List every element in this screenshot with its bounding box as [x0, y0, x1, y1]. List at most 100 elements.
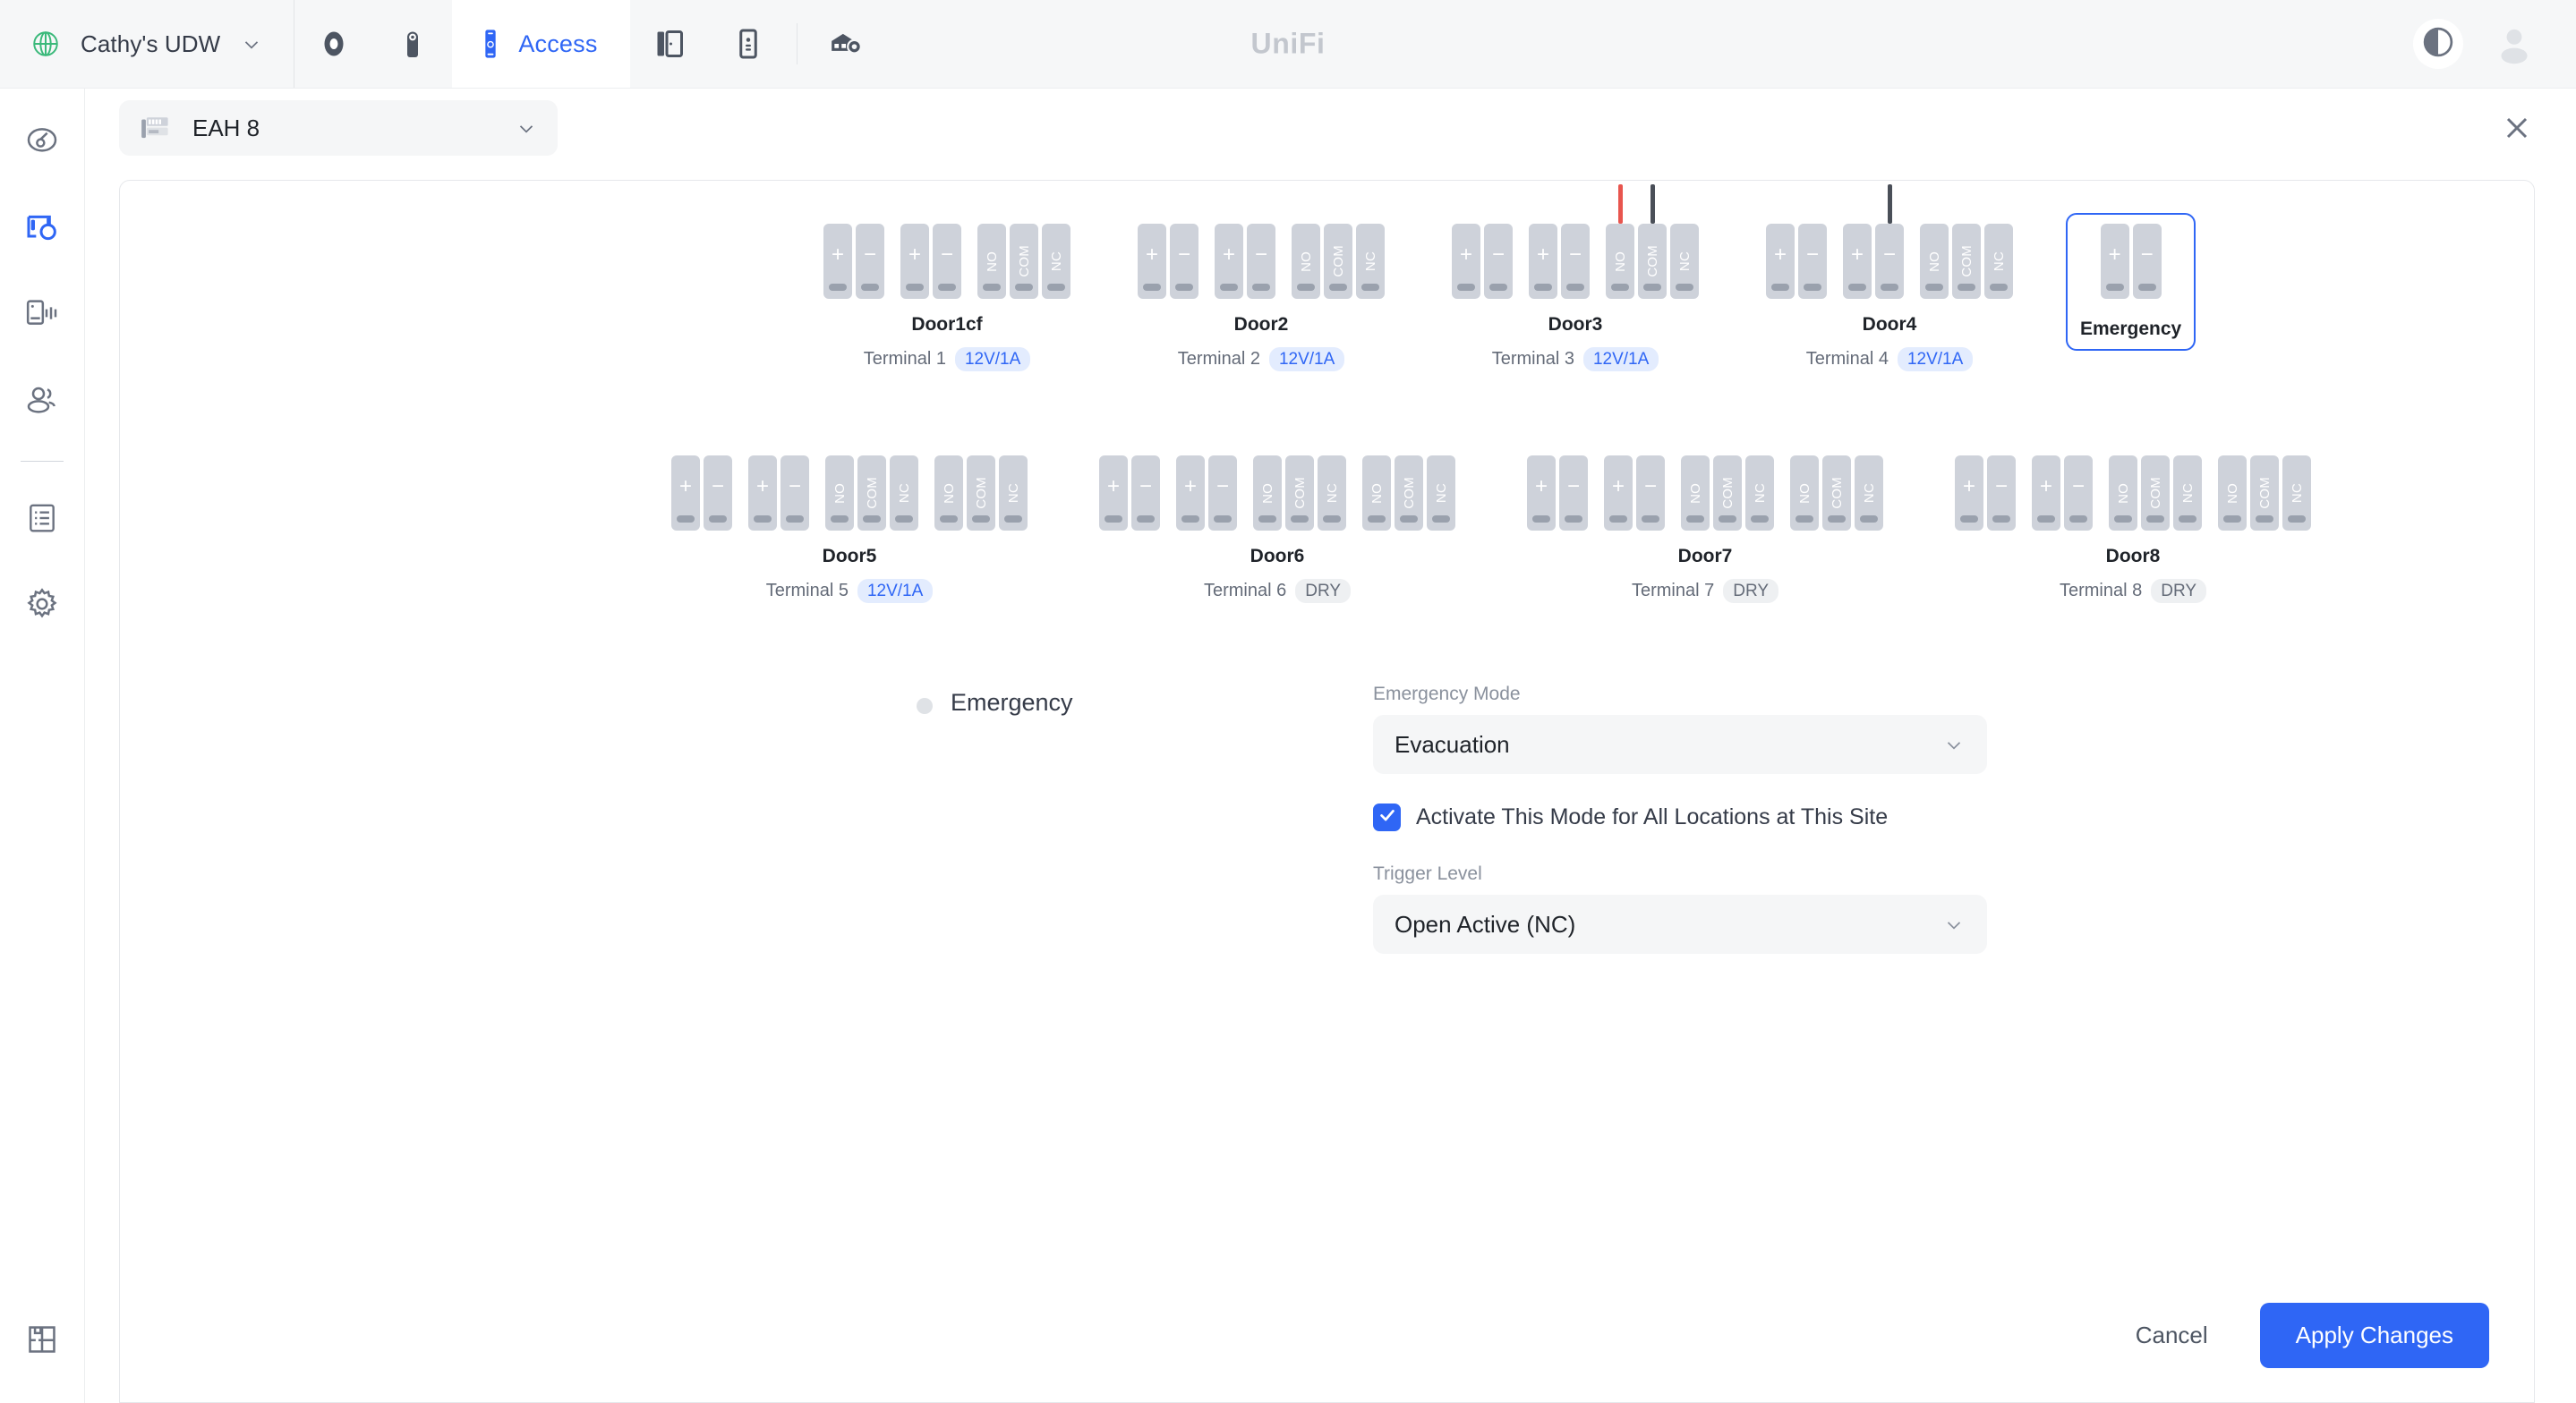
- pin-minus[interactable]: −: [856, 224, 884, 299]
- pin-com[interactable]: COM: [1822, 455, 1851, 531]
- sidebar-item-floorplan[interactable]: [14, 1314, 70, 1369]
- pin-plus[interactable]: +: [1176, 455, 1205, 531]
- pin-plus[interactable]: +: [2032, 455, 2060, 531]
- terminal-block-emergency[interactable]: + − Emergency: [2066, 213, 2196, 351]
- pin-nc[interactable]: NC: [2282, 455, 2311, 531]
- sidebar-item-settings[interactable]: [14, 578, 70, 633]
- pin-plus[interactable]: +: [1138, 224, 1166, 299]
- sidebar-item-logs[interactable]: [14, 492, 70, 548]
- emergency-radio[interactable]: [917, 698, 933, 714]
- pin-nc[interactable]: NC: [1356, 224, 1385, 299]
- device-selector[interactable]: EAH 8: [119, 100, 558, 156]
- pin-no[interactable]: NO: [1292, 224, 1320, 299]
- terminal-block-door2[interactable]: + − + − NO COM NC Door2 Terminal 2 12V/1A: [1123, 213, 1399, 382]
- pin-nc[interactable]: NC: [1427, 455, 1455, 531]
- pin-minus[interactable]: −: [933, 224, 961, 299]
- pin-com[interactable]: COM: [1638, 184, 1667, 299]
- pin-no[interactable]: NO: [1362, 455, 1391, 531]
- sidebar-item-users[interactable]: [14, 373, 70, 429]
- terminal-block-door6[interactable]: + − + − NO COM NC NO COM NC Door6 Terminal 6 DRY: [1085, 445, 1470, 614]
- pin-minus[interactable]: −: [1247, 224, 1275, 299]
- pin-plus[interactable]: +: [1766, 224, 1795, 299]
- pin-nc[interactable]: NC: [1984, 224, 2013, 299]
- cancel-button[interactable]: Cancel: [2130, 1311, 2213, 1360]
- pin-plus[interactable]: +: [748, 455, 777, 531]
- pin-no[interactable]: NO: [934, 455, 963, 531]
- pin-plus[interactable]: +: [1604, 455, 1633, 531]
- pin-minus[interactable]: −: [704, 455, 732, 531]
- avatar[interactable]: [2494, 23, 2535, 64]
- pin-no[interactable]: NO: [977, 224, 1006, 299]
- pin-plus[interactable]: +: [1099, 455, 1128, 531]
- pin-minus[interactable]: −: [1208, 455, 1237, 531]
- pin-minus[interactable]: −: [1559, 455, 1588, 531]
- pin-com[interactable]: COM: [2141, 455, 2170, 531]
- terminal-block-door4[interactable]: + − + − NO COM NC Door4 Terminal 4 12V/1A: [1752, 184, 2027, 382]
- close-button[interactable]: [2499, 110, 2535, 146]
- pin-nc[interactable]: NC: [1318, 455, 1346, 531]
- pin-com[interactable]: COM: [1324, 224, 1352, 299]
- theme-toggle-button[interactable]: [2413, 19, 2463, 69]
- app-icon-access[interactable]: Access: [452, 0, 630, 88]
- pin-no[interactable]: NO: [825, 455, 854, 531]
- pin-minus[interactable]: −: [1484, 224, 1513, 299]
- pin-minus[interactable]: −: [1170, 224, 1198, 299]
- pin-no[interactable]: NO: [1920, 224, 1949, 299]
- terminal-block-door3[interactable]: + − + − NO COM NC Door3 Terminal 3 12V/1A: [1437, 184, 1713, 382]
- pin-minus[interactable]: −: [2132, 224, 2162, 299]
- pin-nc[interactable]: NC: [2173, 455, 2202, 531]
- pin-no[interactable]: NO: [1253, 455, 1282, 531]
- pin-plus[interactable]: +: [1529, 224, 1557, 299]
- pin-plus[interactable]: +: [1452, 224, 1480, 299]
- pin-com[interactable]: COM: [1952, 224, 1981, 299]
- pin-com[interactable]: COM: [857, 455, 886, 531]
- sidebar-item-dashboard[interactable]: [14, 115, 70, 171]
- pin-minus[interactable]: −: [780, 455, 809, 531]
- pin-no[interactable]: NO: [1790, 455, 1819, 531]
- pin-minus[interactable]: −: [1875, 184, 1904, 299]
- app-icon-gateway[interactable]: [806, 0, 885, 88]
- pin-no[interactable]: NO: [2218, 455, 2247, 531]
- pin-no[interactable]: NO: [2109, 455, 2137, 531]
- app-icon-intercom[interactable]: [708, 0, 788, 88]
- pin-nc[interactable]: NC: [999, 455, 1028, 531]
- pin-com[interactable]: COM: [2250, 455, 2279, 531]
- app-icon-doors[interactable]: [629, 0, 709, 88]
- pin-nc[interactable]: NC: [1745, 455, 1774, 531]
- terminal-block-door8[interactable]: + − + − NO COM NC NO COM NC Door8 Terminal 8 DRY: [1941, 445, 2325, 614]
- activate-all-checkbox[interactable]: [1373, 804, 1401, 831]
- sidebar-item-doors[interactable]: [14, 201, 70, 257]
- pin-plus[interactable]: +: [900, 224, 929, 299]
- pin-plus[interactable]: +: [823, 224, 852, 299]
- pin-plus[interactable]: +: [671, 455, 700, 531]
- pin-plus[interactable]: +: [1215, 224, 1243, 299]
- pin-minus[interactable]: −: [1987, 455, 2016, 531]
- sidebar-item-devices[interactable]: [14, 287, 70, 343]
- pin-plus[interactable]: +: [1955, 455, 1983, 531]
- pin-nc[interactable]: NC: [890, 455, 918, 531]
- pin-no[interactable]: NO: [1606, 184, 1634, 299]
- terminal-block-door5[interactable]: + − + − NO COM NC NO COM NC Door5 Terminal 5 12V/1A: [657, 445, 1042, 614]
- pin-minus[interactable]: −: [2064, 455, 2093, 531]
- terminal-block-door1cf[interactable]: + − + − NO COM NC Door1cf Terminal 1 12V/1A: [809, 213, 1085, 382]
- trigger-level-select[interactable]: Open Active (NC): [1373, 895, 1987, 954]
- pin-plus[interactable]: +: [2100, 224, 2129, 299]
- pin-com[interactable]: COM: [967, 455, 995, 531]
- pin-minus[interactable]: −: [1636, 455, 1665, 531]
- terminal-block-door7[interactable]: + − + − NO COM NC NO COM NC Door7 Terminal 7 DRY: [1513, 445, 1898, 614]
- pin-no[interactable]: NO: [1681, 455, 1710, 531]
- app-icon-camera[interactable]: [373, 0, 453, 88]
- apply-changes-button[interactable]: Apply Changes: [2259, 1302, 2489, 1368]
- pin-nc[interactable]: NC: [1670, 224, 1699, 299]
- pin-plus[interactable]: +: [1527, 455, 1556, 531]
- pin-nc[interactable]: NC: [1042, 224, 1070, 299]
- pin-nc[interactable]: NC: [1855, 455, 1883, 531]
- app-icon-protect[interactable]: [294, 0, 374, 88]
- pin-com[interactable]: COM: [1395, 455, 1423, 531]
- pin-minus[interactable]: −: [1798, 224, 1827, 299]
- emergency-mode-select[interactable]: Evacuation: [1373, 715, 1987, 774]
- pin-plus[interactable]: +: [1843, 224, 1872, 299]
- pin-com[interactable]: COM: [1010, 224, 1038, 299]
- pin-minus[interactable]: −: [1131, 455, 1160, 531]
- pin-minus[interactable]: −: [1561, 224, 1590, 299]
